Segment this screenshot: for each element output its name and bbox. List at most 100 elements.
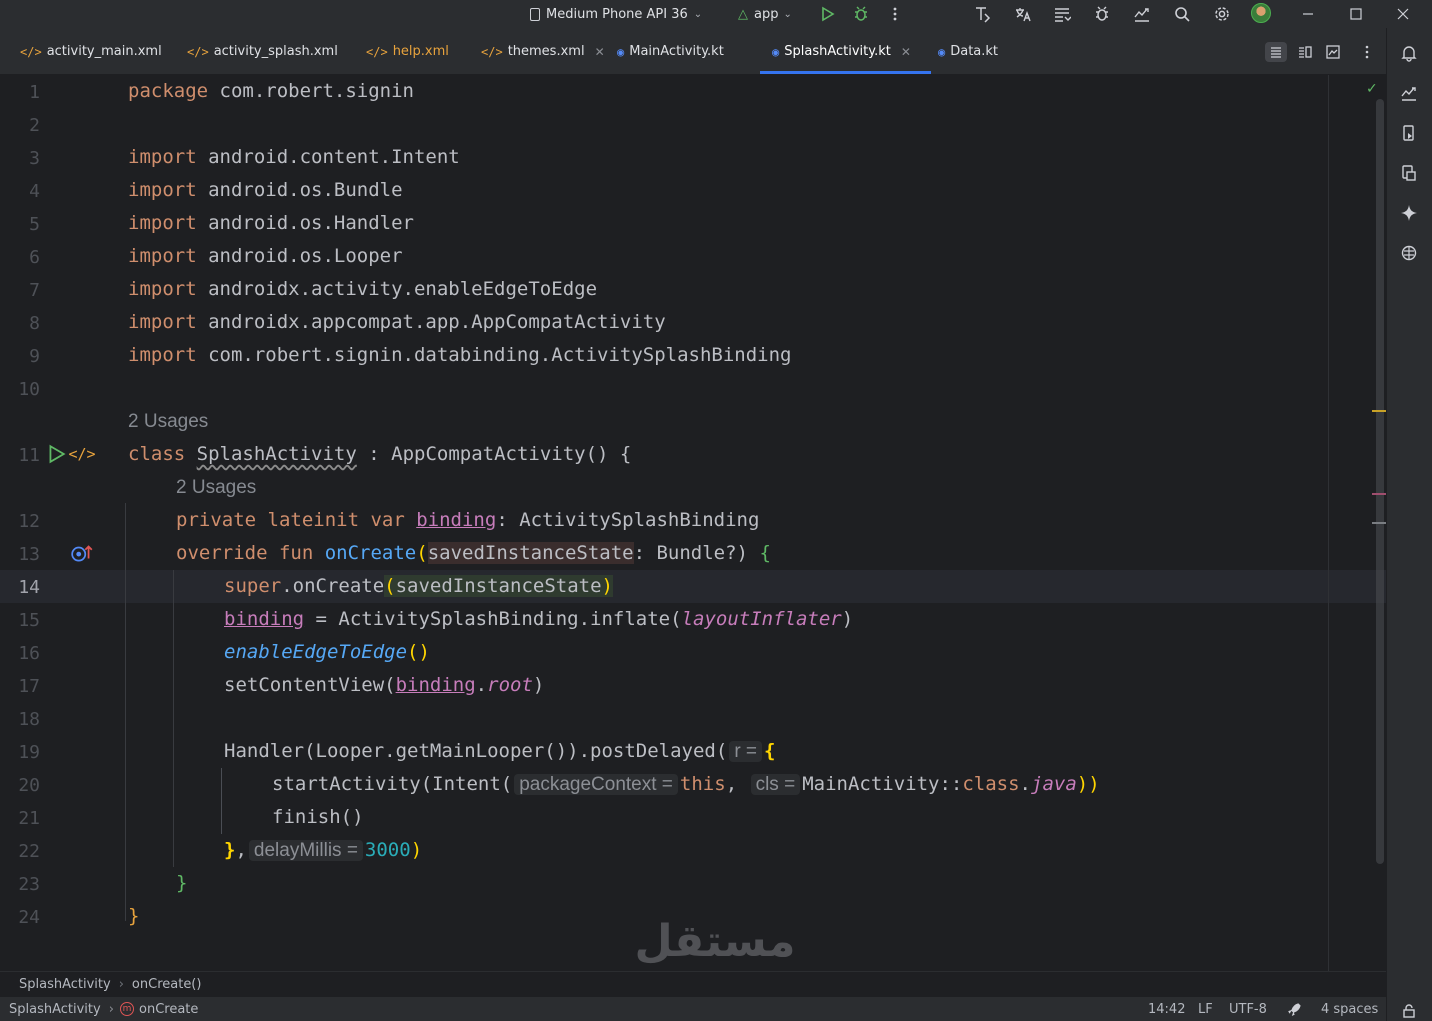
breadcrumb: SplashActivity › onCreate() (0, 971, 1386, 997)
error-marker[interactable] (1372, 493, 1386, 495)
indent-setting[interactable]: 4 spaces (1321, 1000, 1378, 1018)
code-text: = ActivitySplashBinding.inflate( (304, 608, 682, 630)
debug-icon[interactable] (850, 3, 872, 25)
kotlin-class-icon: ◉ (772, 44, 780, 59)
code-line-24: } (128, 900, 139, 933)
code-text: com.robert.signin (208, 80, 414, 102)
notifications-bell-icon[interactable] (1398, 42, 1420, 64)
code-text: MainActivity:: (802, 773, 963, 795)
code-line-3: import android.content.Intent (128, 141, 460, 174)
kotlin-class-icon: ◉ (617, 44, 625, 59)
close-icon[interactable]: ✕ (595, 45, 605, 59)
avatar[interactable] (1251, 3, 1271, 23)
status-bar: SplashActivity › m onCreate 14:42 LF UTF… (0, 997, 1386, 1021)
tab-data-kt[interactable]: ◉ Data.kt (938, 28, 998, 75)
chevron-down-icon: ⌄ (783, 8, 792, 20)
tab-themes-xml[interactable]: </> themes.xml ✕ (481, 28, 605, 75)
tab-mainactivity-kt[interactable]: ◉ MainActivity.kt (617, 28, 724, 75)
keyword: class (962, 773, 1020, 795)
code-line-7: import androidx.activity.enableEdgeToEdg… (128, 273, 597, 306)
code-line-9: import com.robert.signin.databinding.Act… (128, 339, 791, 372)
more-vertical-icon[interactable] (884, 3, 906, 25)
line-number: 7 (29, 280, 40, 301)
xml-file-icon: </> (20, 44, 42, 59)
rocket-icon[interactable] (1287, 1000, 1302, 1018)
paren: ( (416, 542, 428, 564)
close-window-icon[interactable] (1392, 3, 1414, 25)
line-number: 15 (18, 610, 40, 631)
code-text: android.content.Intent (196, 146, 460, 168)
code-text: startActivity(Intent( (272, 773, 513, 795)
inlay-hint: delayMillis = (248, 840, 363, 861)
maximize-icon[interactable] (1345, 3, 1367, 25)
apply-changes-icon[interactable] (971, 3, 993, 25)
tab-activity-main-xml[interactable]: </> activity_main.xml (20, 28, 162, 75)
file-encoding[interactable]: UTF-8 (1229, 1000, 1267, 1018)
tab-label: themes.xml (507, 44, 585, 59)
layout-inspector-icon[interactable] (1051, 3, 1073, 25)
tab-activity-splash-xml[interactable]: </> activity_splash.xml (187, 28, 338, 75)
brace: } (224, 839, 236, 861)
status-method[interactable]: m onCreate (120, 1000, 198, 1018)
breadcrumb-method[interactable]: onCreate() (132, 977, 202, 992)
override-method-icon[interactable] (70, 542, 94, 564)
line-number: 8 (29, 313, 40, 334)
tab-help-xml[interactable]: </> help.xml (366, 28, 449, 75)
related-xml-icon[interactable]: </> (68, 443, 95, 465)
info-marker[interactable] (1372, 522, 1386, 524)
gear-icon[interactable] (1211, 3, 1233, 25)
code-text: android.os.Looper (196, 245, 403, 267)
warning-marker[interactable] (1372, 410, 1386, 412)
running-devices-icon[interactable] (1398, 122, 1420, 144)
line-number: 24 (18, 907, 40, 928)
gemini-sparkle-icon[interactable] (1398, 202, 1420, 224)
code-line-12: private lateinit var binding: ActivitySp… (176, 504, 759, 537)
method-icon: m (120, 1002, 134, 1016)
run-gutter-icon[interactable] (45, 443, 67, 465)
caret-position[interactable]: 14:42 (1148, 1000, 1185, 1018)
code-view-icon[interactable] (1265, 42, 1287, 62)
translate-icon[interactable] (1011, 3, 1033, 25)
line-number: 17 (18, 676, 40, 697)
usages-hint[interactable]: 2 Usages (176, 471, 256, 504)
search-icon[interactable] (1171, 3, 1193, 25)
gutter: 1 2 3 4 5 6 7 8 9 10 11 12 13 14 15 16 1… (0, 75, 125, 971)
usages-hint[interactable]: 2 Usages (128, 405, 208, 438)
run-config-selector[interactable]: △ app ⌄ (738, 4, 792, 24)
minimize-icon[interactable] (1297, 3, 1319, 25)
line-number: 11 (18, 445, 40, 466)
profiler-bug-icon[interactable] (1091, 3, 1113, 25)
tab-label: SplashActivity.kt (784, 44, 891, 59)
device-manager-icon[interactable] (1131, 3, 1153, 25)
brace: { (759, 542, 771, 564)
class-name: SplashActivity (196, 443, 357, 465)
no-problems-check-icon[interactable]: ✓ (1366, 81, 1378, 97)
emulator-icon[interactable] (1398, 242, 1420, 264)
code-text: androidx.activity.enableEdgeToEdge (196, 278, 598, 300)
line-number: 6 (29, 247, 40, 268)
split-view-icon[interactable] (1294, 42, 1316, 62)
line-number: 18 (18, 709, 40, 730)
property-name: binding (224, 608, 305, 630)
status-class[interactable]: SplashActivity › (9, 1000, 122, 1018)
run-icon[interactable] (816, 3, 838, 25)
tab-splashactivity-kt[interactable]: ◉ SplashActivity.kt ✕ (760, 28, 931, 75)
line-number: 1 (29, 82, 40, 103)
close-icon[interactable]: ✕ (901, 45, 911, 59)
breadcrumb-class[interactable]: SplashActivity (19, 977, 111, 992)
chevron-right-icon: › (108, 1001, 114, 1017)
device-explorer-icon[interactable] (1398, 162, 1420, 184)
readonly-lock-icon[interactable] (1398, 1000, 1420, 1021)
run-config-label: app (754, 6, 779, 22)
code-editor[interactable]: 1 2 3 4 5 6 7 8 9 10 11 12 13 14 15 16 1… (0, 75, 1386, 971)
design-view-icon[interactable] (1322, 42, 1344, 62)
line-separator[interactable]: LF (1198, 1000, 1213, 1018)
device-manager-icon[interactable] (1398, 82, 1420, 104)
vertical-scrollbar[interactable] (1376, 99, 1384, 864)
more-vertical-icon[interactable] (1356, 42, 1378, 62)
device-selector[interactable]: Medium Phone API 36 ⌄ (530, 4, 702, 24)
line-number: 12 (18, 511, 40, 532)
code-text: androidx.appcompat.app.AppCompatActivity (196, 311, 666, 333)
function-name: enableEdgeToEdge (224, 641, 408, 663)
line-number: 13 (18, 544, 40, 565)
